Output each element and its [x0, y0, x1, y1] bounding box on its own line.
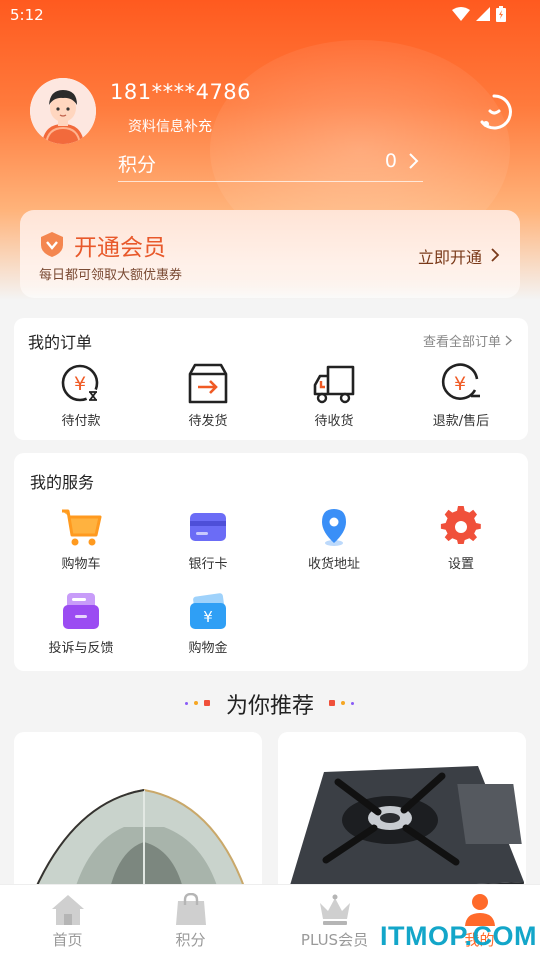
service-bank-card[interactable]: 银行卡 [144, 505, 272, 572]
order-pending-receipt[interactable]: 待收货 [270, 362, 398, 429]
decor-dot [329, 700, 335, 706]
svg-text:¥: ¥ [454, 373, 466, 395]
services-card: 我的服务 购物车 银行卡 收货地址 设置 投诉与反馈 ¥ 购物金 [14, 453, 528, 671]
order-item-label: 待发货 [188, 414, 228, 429]
tab-label: 首页 [52, 931, 83, 949]
order-item-label: 待付款 [61, 414, 101, 429]
order-pending-shipment[interactable]: 待发货 [144, 362, 272, 429]
gear-icon [440, 505, 481, 544]
decor-dot [341, 701, 345, 705]
status-bar: 5:12 [0, 0, 540, 32]
vip-shield-icon [41, 232, 63, 257]
decor-dot [351, 701, 354, 705]
view-all-orders-link[interactable]: 查看全部订单 [423, 331, 512, 350]
watermark: ITMOP.COM [380, 921, 538, 951]
svg-text:¥: ¥ [74, 373, 86, 395]
service-address[interactable]: 收货地址 [270, 505, 398, 572]
service-item-label: 收货地址 [307, 557, 360, 572]
service-feedback[interactable]: 投诉与反馈 [17, 589, 145, 656]
tab-points[interactable]: 积分 [123, 885, 258, 960]
vip-title: 开通会员 [74, 235, 166, 261]
points-label: 积分 [118, 154, 157, 176]
home-icon [51, 895, 84, 925]
service-item-label: 购物金 [188, 641, 228, 656]
services-title: 我的服务 [30, 473, 95, 492]
battery-icon [496, 6, 506, 22]
cart-icon [62, 509, 102, 546]
order-item-label: 退款/售后 [432, 414, 490, 429]
user-phone: 181****4786 [110, 80, 252, 104]
signal-icon [476, 7, 490, 21]
bank-card-icon [190, 513, 226, 541]
bag-icon [175, 893, 206, 925]
avatar-icon [30, 78, 96, 144]
chevron-right-icon [505, 335, 512, 346]
truck-icon [313, 365, 355, 404]
order-item-label: 待收货 [314, 414, 354, 429]
decor-dots-right [329, 700, 354, 706]
recommend-title: 为你推荐 [225, 694, 314, 719]
service-item-label: 设置 [447, 557, 474, 572]
crown-icon [319, 894, 350, 925]
points-row[interactable]: 积分 0 [118, 148, 423, 182]
tab-home[interactable]: 首页 [0, 885, 135, 960]
order-pending-payment[interactable]: ¥ 待付款 [17, 362, 145, 429]
yuan-clock-icon: ¥ [61, 364, 100, 403]
status-icons [452, 6, 506, 22]
vip-open-button[interactable]: 立即开通 [418, 244, 482, 268]
wallet-icon: ¥ [190, 593, 226, 629]
vip-subtitle: 每日都可领取大额优惠券 [39, 268, 183, 283]
points-value: 0 [384, 150, 397, 172]
avatar[interactable] [30, 78, 96, 144]
wifi-icon [452, 7, 470, 21]
service-item-label: 银行卡 [188, 557, 228, 572]
feedback-icon [63, 593, 99, 629]
yuan-refund-icon: ¥ [441, 363, 480, 400]
customer-service-icon[interactable] [474, 92, 514, 132]
service-cart[interactable]: 购物车 [17, 505, 145, 572]
view-all-orders-label: 查看全部订单 [422, 335, 501, 350]
chevron-right-icon [491, 248, 500, 262]
service-item-label: 购物车 [61, 557, 101, 572]
tab-label: 积分 [175, 931, 206, 949]
service-settings[interactable]: 设置 [397, 505, 525, 572]
vip-banner[interactable]: 开通会员 每日都可领取大额优惠券 立即开通 [20, 210, 520, 298]
orders-title: 我的订单 [28, 333, 93, 352]
box-arrow-icon [188, 363, 228, 404]
status-time: 5:12 [10, 6, 44, 24]
chevron-right-icon [409, 153, 419, 169]
svg-text:¥: ¥ [203, 608, 213, 626]
location-pin-icon [322, 509, 346, 546]
order-refund-aftersale[interactable]: ¥ 退款/售后 [397, 362, 525, 429]
service-shopping-gold[interactable]: ¥ 购物金 [144, 589, 272, 656]
orders-card: 我的订单 查看全部订单 ¥ 待付款 待发货 待收货 ¥ 退款/售后 [14, 318, 528, 440]
complete-info-link[interactable]: 资料信息补充 [128, 116, 212, 136]
service-item-label: 投诉与反馈 [48, 641, 114, 656]
